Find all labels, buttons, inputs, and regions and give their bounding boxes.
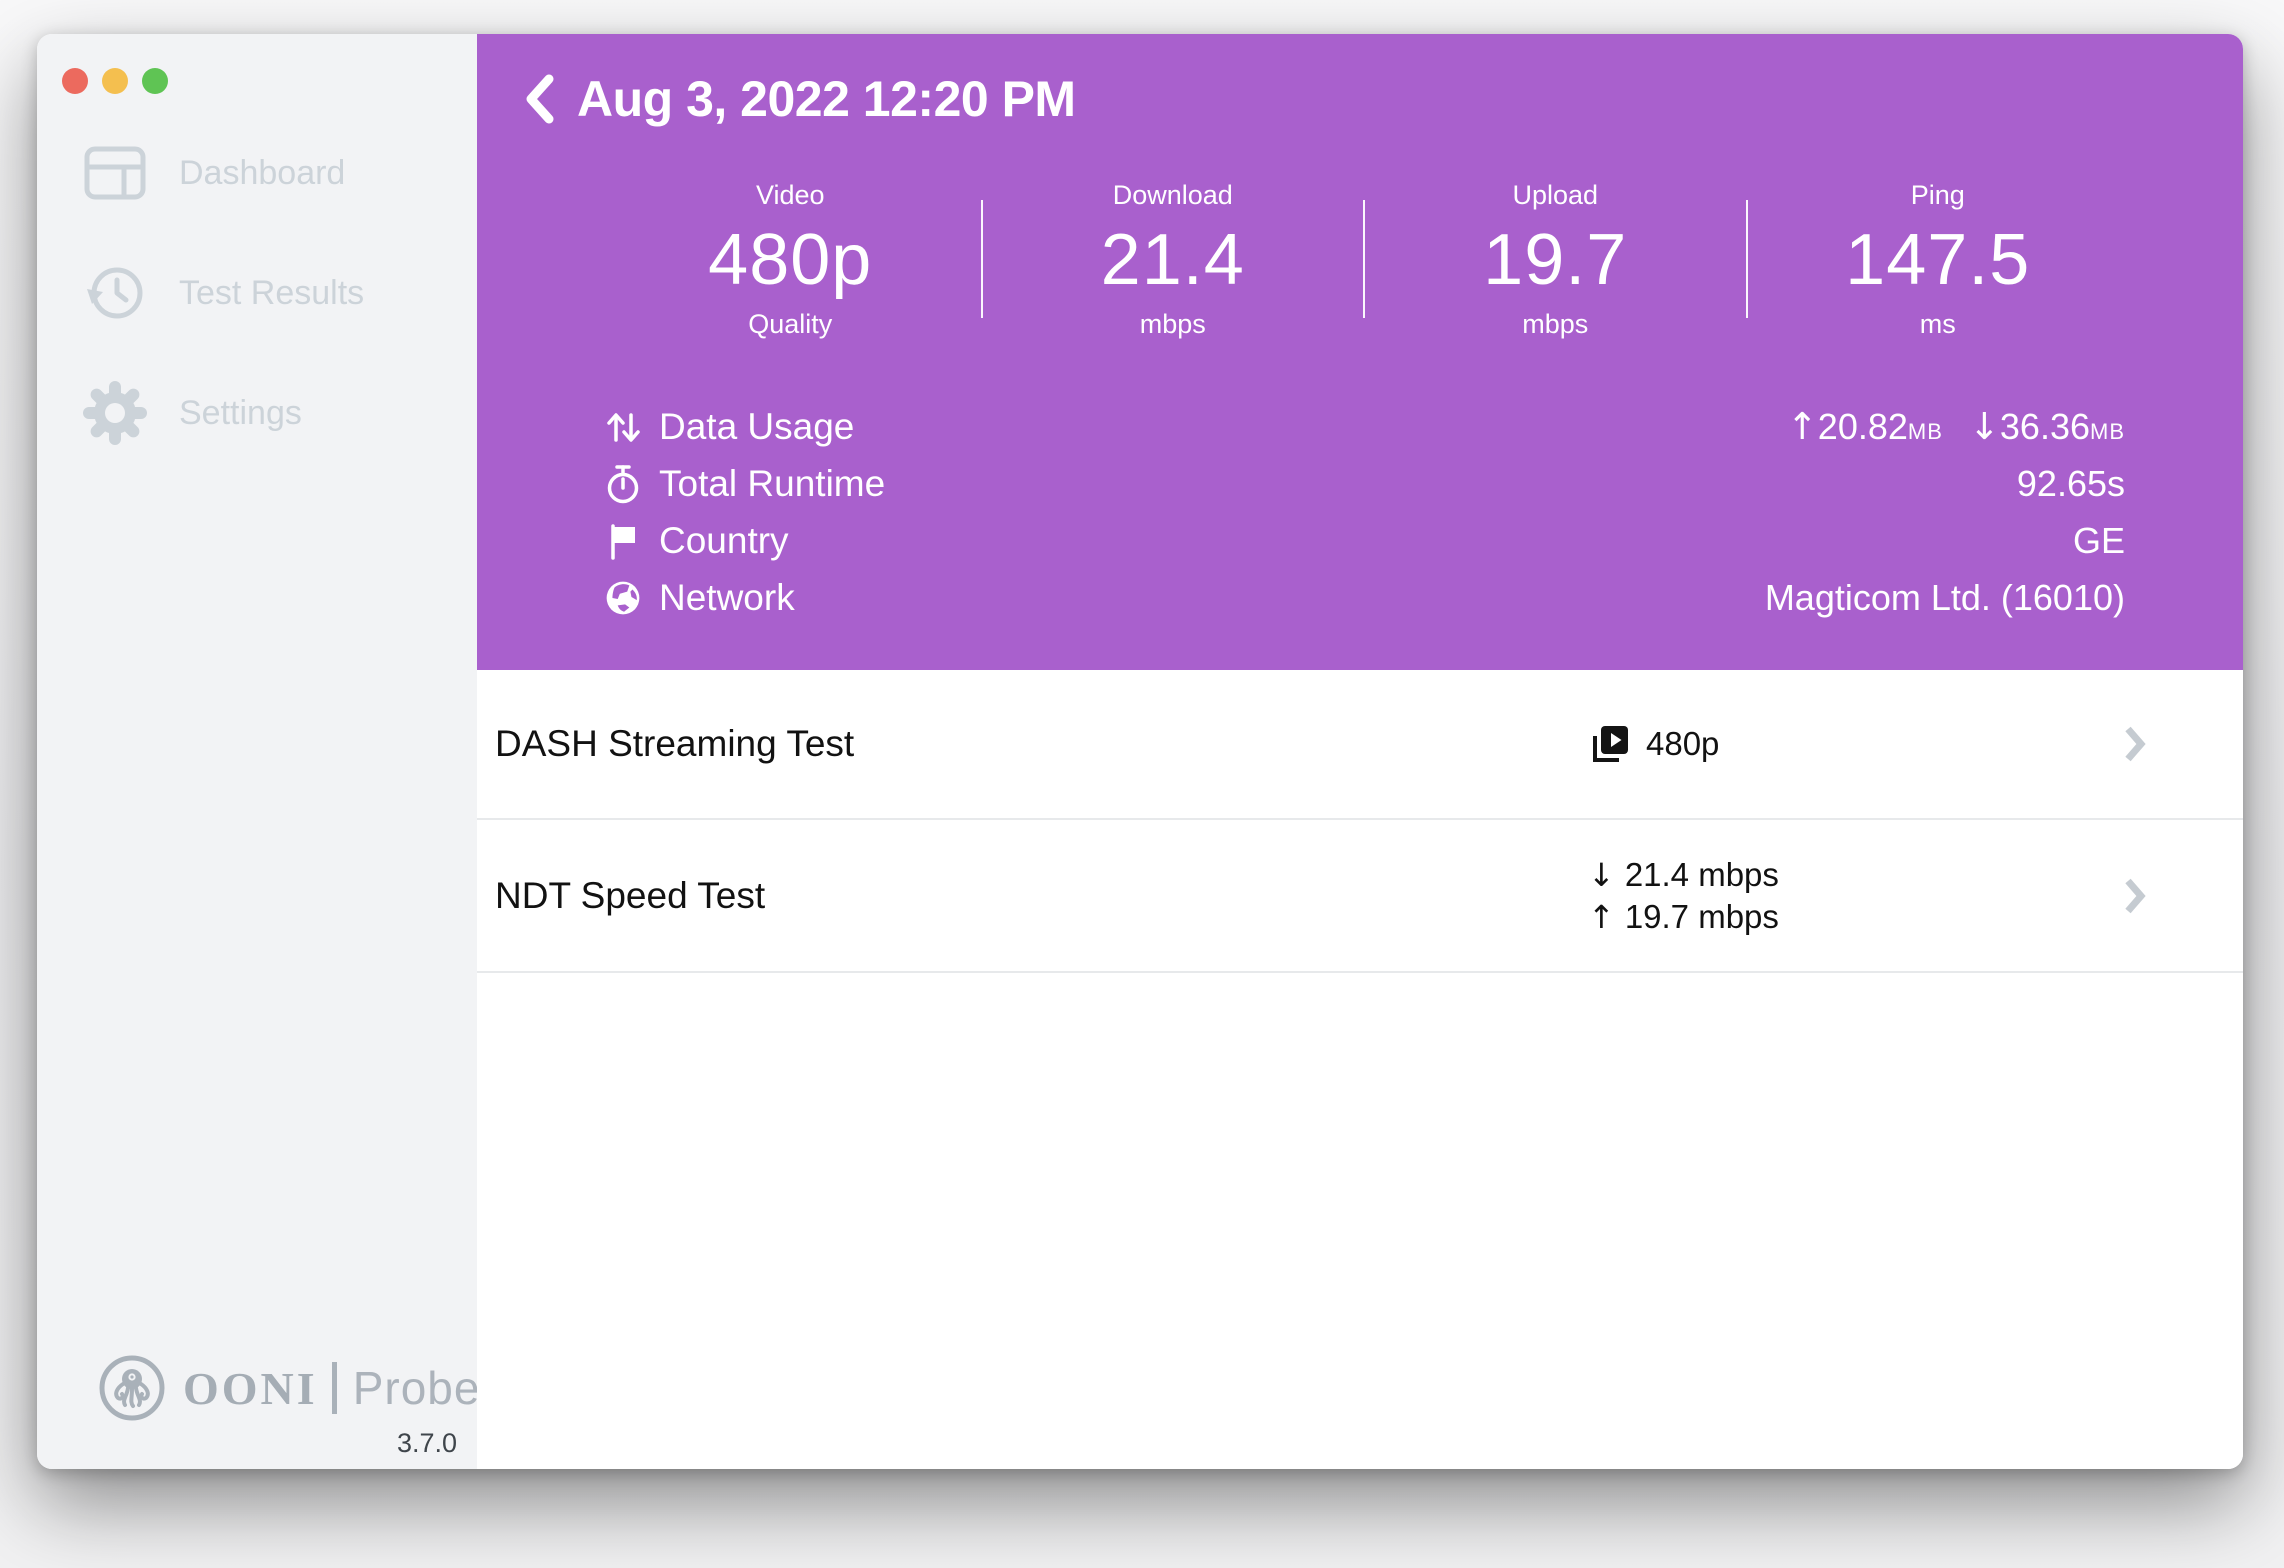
stat-download: Download 21.4 mbps [982, 180, 1365, 340]
stat-unit: Quality [599, 309, 982, 340]
sidebar-item-settings[interactable]: Settings [77, 380, 461, 446]
sidebar-item-dashboard[interactable]: Dashboard [77, 140, 461, 206]
test-name: DASH Streaming Test [495, 723, 854, 765]
close-window-button[interactable] [62, 68, 88, 94]
stat-value: 480p [599, 219, 982, 301]
detail-data-usage: Data Usage ↑ 20.82 MB ↓ 36.36 MB [601, 398, 2125, 455]
stat-value: 147.5 [1747, 219, 2130, 301]
stats-row: Video 480p Quality Download 21.4 mbps Up… [599, 180, 2129, 340]
zoom-window-button[interactable] [142, 68, 168, 94]
result-details: Data Usage ↑ 20.82 MB ↓ 36.36 MB [601, 398, 2125, 626]
sidebar-nav: Dashboard Test Results [77, 140, 461, 446]
stat-label: Ping [1747, 180, 2130, 211]
detail-value: 92.65s [2017, 463, 2125, 505]
ooni-probe-logo: OONI Probe [97, 1353, 480, 1423]
test-name: NDT Speed Test [495, 875, 765, 917]
detail-label: Network [659, 577, 795, 619]
data-usage-up-value: 20.82 [1818, 406, 1908, 448]
detail-label: Data Usage [659, 406, 854, 448]
result-title: Aug 3, 2022 12:20 PM [577, 70, 1076, 128]
dashboard-icon [77, 145, 153, 201]
stat-video: Video 480p Quality [599, 180, 982, 340]
detail-value: GE [2073, 520, 2125, 562]
history-icon [77, 262, 153, 324]
chevron-right-icon [2123, 876, 2147, 916]
dash-result: 480p [1588, 721, 1719, 767]
detail-total-runtime: Total Runtime 92.65s [601, 455, 2125, 512]
stat-ping: Ping 147.5 ms [1747, 180, 2130, 340]
stat-value: 19.7 [1364, 219, 1747, 301]
up-arrow-icon: ↑ [1787, 405, 1818, 448]
globe-icon [601, 579, 645, 617]
gear-icon [77, 377, 153, 449]
stat-upload: Upload 19.7 mbps [1364, 180, 1747, 340]
swap-vertical-icon [601, 407, 645, 447]
detail-label: Country [659, 520, 789, 562]
back-button[interactable] [523, 73, 555, 125]
ooni-octopus-icon [97, 1353, 167, 1423]
sidebar-item-label: Dashboard [179, 154, 345, 193]
result-header: Aug 3, 2022 12:20 PM Video 480p Quality … [477, 34, 2243, 670]
stat-unit: mbps [1364, 309, 1747, 340]
stat-unit: mbps [982, 309, 1365, 340]
logo-product-text: Probe [353, 1361, 481, 1415]
stat-label: Upload [1364, 180, 1747, 211]
sidebar: Dashboard Test Results [37, 34, 477, 1469]
data-usage-down-unit: MB [2090, 419, 2125, 445]
detail-value: Magticom Ltd. (16010) [1765, 577, 2125, 619]
main-panel: Aug 3, 2022 12:20 PM Video 480p Quality … [477, 34, 2243, 1469]
detail-value: ↑ 20.82 MB ↓ 36.36 MB [1787, 405, 2125, 448]
logo-separator [332, 1362, 337, 1414]
stat-unit: ms [1747, 309, 2130, 340]
ndt-upload: ↑ 19.7 mbps [1588, 898, 1779, 936]
detail-country: Country GE [601, 512, 2125, 569]
detail-network: Network Magticom Ltd. (16010) [601, 569, 2125, 626]
ndt-results: ↓ 21.4 mbps ↑ 19.7 mbps [1588, 856, 1779, 936]
sidebar-item-label: Test Results [179, 274, 364, 313]
data-usage-up-unit: MB [1908, 419, 1943, 445]
down-arrow-icon: ↓ [1588, 856, 1615, 894]
stat-label: Video [599, 180, 982, 211]
test-row-ndt-speed[interactable]: NDT Speed Test ↓ 21.4 mbps ↑ 19.7 mbps [477, 820, 2243, 973]
sidebar-item-label: Settings [179, 394, 302, 433]
ndt-download: ↓ 21.4 mbps [1588, 856, 1779, 894]
sidebar-item-test-results[interactable]: Test Results [77, 260, 461, 326]
stopwatch-icon [601, 463, 645, 505]
flag-icon [601, 521, 645, 561]
ndt-upload-value: 19.7 mbps [1625, 898, 1779, 936]
logo-brand-text: OONI [183, 1362, 318, 1415]
stat-value: 21.4 [982, 219, 1365, 301]
test-row-dash-streaming[interactable]: DASH Streaming Test 480p [477, 670, 2243, 820]
app-window: Dashboard Test Results [37, 34, 2243, 1469]
window-controls [62, 68, 168, 94]
detail-label: Total Runtime [659, 463, 885, 505]
app-version: 3.7.0 [397, 1428, 457, 1459]
chevron-right-icon [2123, 724, 2147, 764]
down-arrow-icon: ↓ [1969, 405, 2000, 448]
video-library-icon [1588, 721, 1632, 767]
ndt-download-value: 21.4 mbps [1625, 856, 1779, 894]
data-usage-down-value: 36.36 [2000, 406, 2090, 448]
up-arrow-icon: ↑ [1588, 898, 1615, 936]
dash-result-value: 480p [1646, 725, 1719, 763]
stat-label: Download [982, 180, 1365, 211]
minimize-window-button[interactable] [102, 68, 128, 94]
